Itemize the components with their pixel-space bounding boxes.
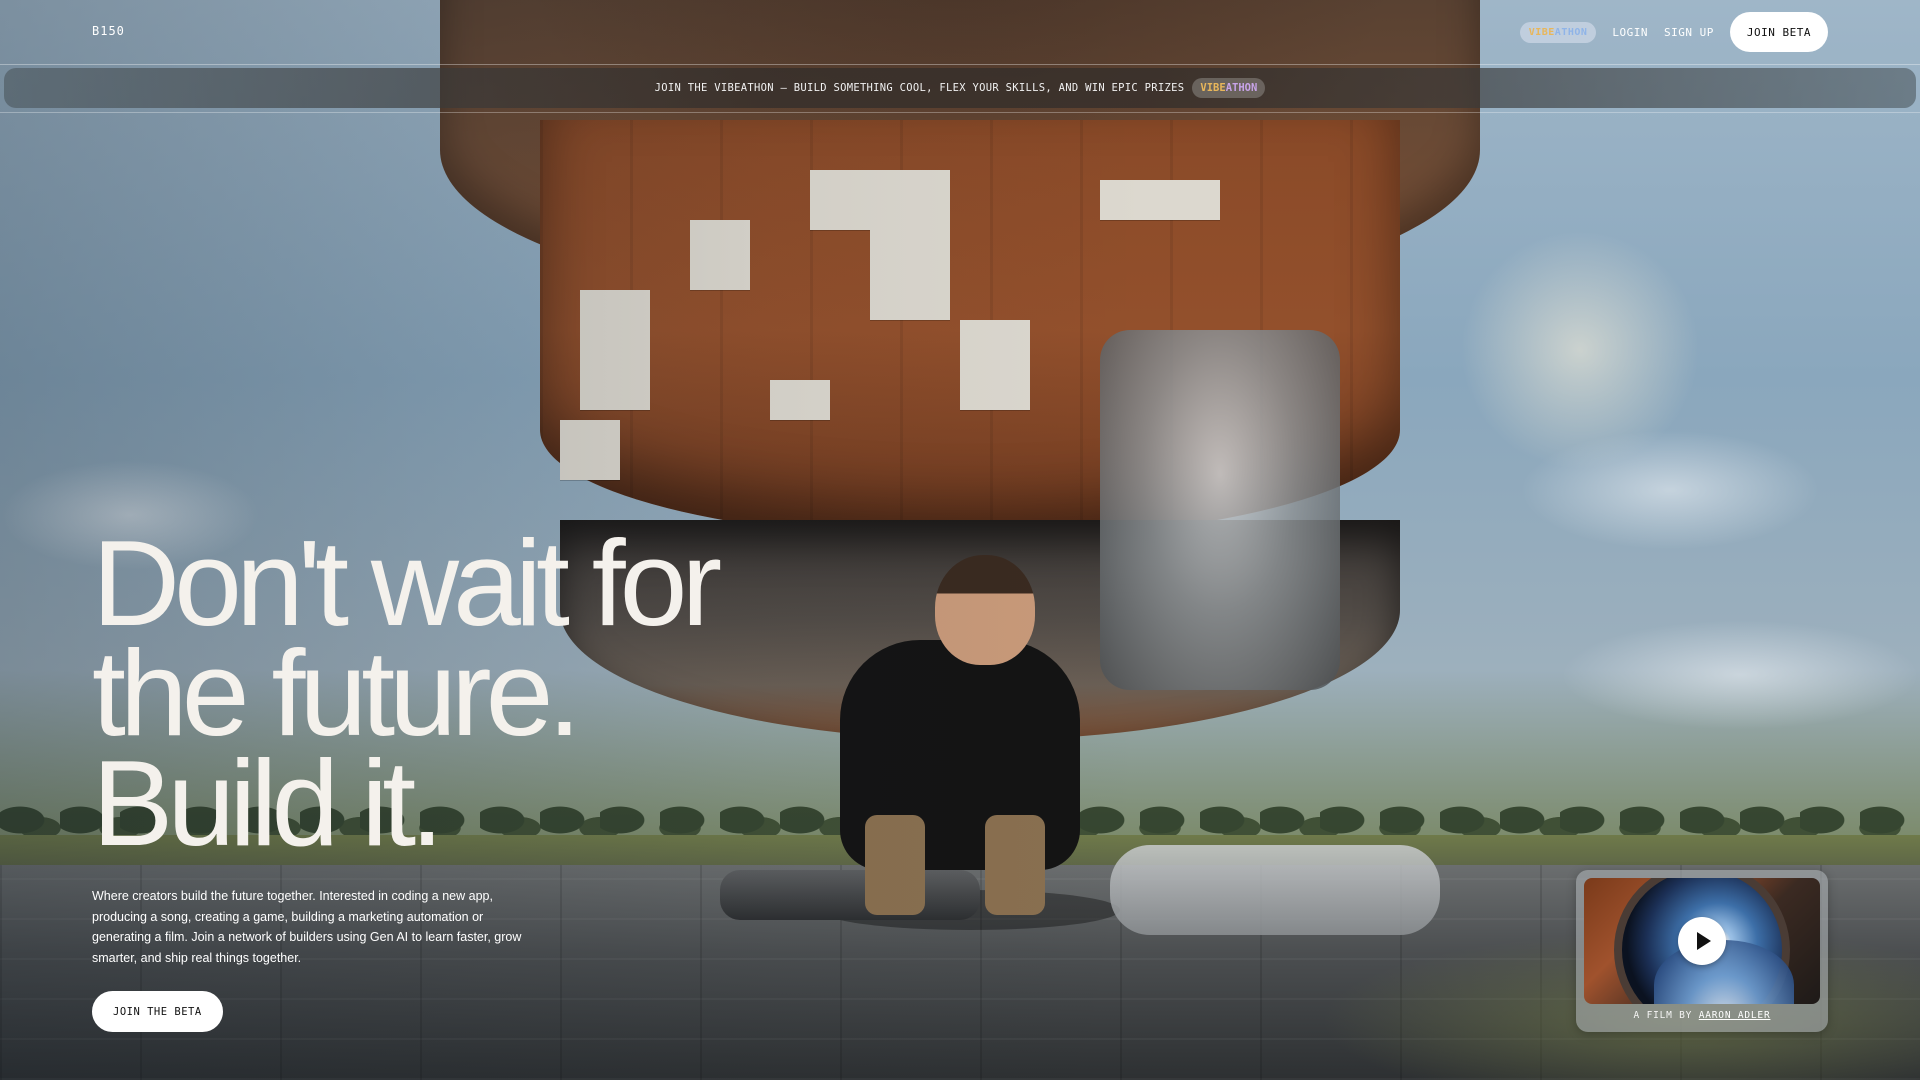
top-navigation: B150 VIBEATHON LOGIN SIGN UP JOIN BETA (0, 0, 1920, 65)
banner-pill-part2: ATHON (1225, 82, 1258, 94)
landing-page: B150 VIBEATHON LOGIN SIGN UP JOIN BETA J… (0, 0, 1920, 1080)
announcement-banner[interactable]: JOIN THE VIBEATHON — BUILD SOMETHING COO… (4, 68, 1916, 108)
film-thumbnail[interactable] (1584, 878, 1820, 1004)
vibeathon-pill-part1: VIBE (1528, 26, 1555, 38)
film-author-link[interactable]: AARON ADLER (1699, 1010, 1771, 1021)
join-beta-button[interactable]: JOIN BETA (1729, 12, 1828, 52)
nav-actions: VIBEATHON LOGIN SIGN UP JOIN BETA (1519, 12, 1828, 52)
banner-text: JOIN THE VIBEATHON — BUILD SOMETHING COO… (654, 82, 1185, 94)
film-caption: A FILM BY AARON ADLER (1576, 1010, 1828, 1021)
hero-description: Where creators build the future together… (92, 889, 522, 965)
play-icon (1697, 932, 1711, 950)
vibeathon-pill[interactable]: VIBEATHON (1519, 21, 1597, 43)
hero-headline: Don't wait for the future. Build it. (92, 515, 722, 871)
signup-link[interactable]: SIGN UP (1664, 26, 1714, 39)
login-link[interactable]: LOGIN (1612, 26, 1648, 39)
divider (0, 112, 1920, 113)
logo[interactable]: B150 (92, 24, 125, 38)
join-the-beta-button[interactable]: JOIN THE BETA (92, 991, 223, 1032)
film-caption-prefix: A FILM BY (1633, 1010, 1693, 1021)
banner-pill-part1: VIBE (1200, 82, 1226, 94)
banner-vibeathon-pill[interactable]: VIBEATHON (1192, 78, 1266, 98)
hero-headline-line-2: the future. (92, 625, 581, 761)
film-card[interactable]: A FILM BY AARON ADLER (1576, 870, 1828, 1032)
hero-headline-line-3: Build it. (92, 735, 444, 871)
play-button[interactable] (1678, 917, 1726, 965)
vibeathon-pill-part2: ATHON (1554, 26, 1588, 38)
hero-headline-line-1: Don't wait for (92, 515, 722, 651)
